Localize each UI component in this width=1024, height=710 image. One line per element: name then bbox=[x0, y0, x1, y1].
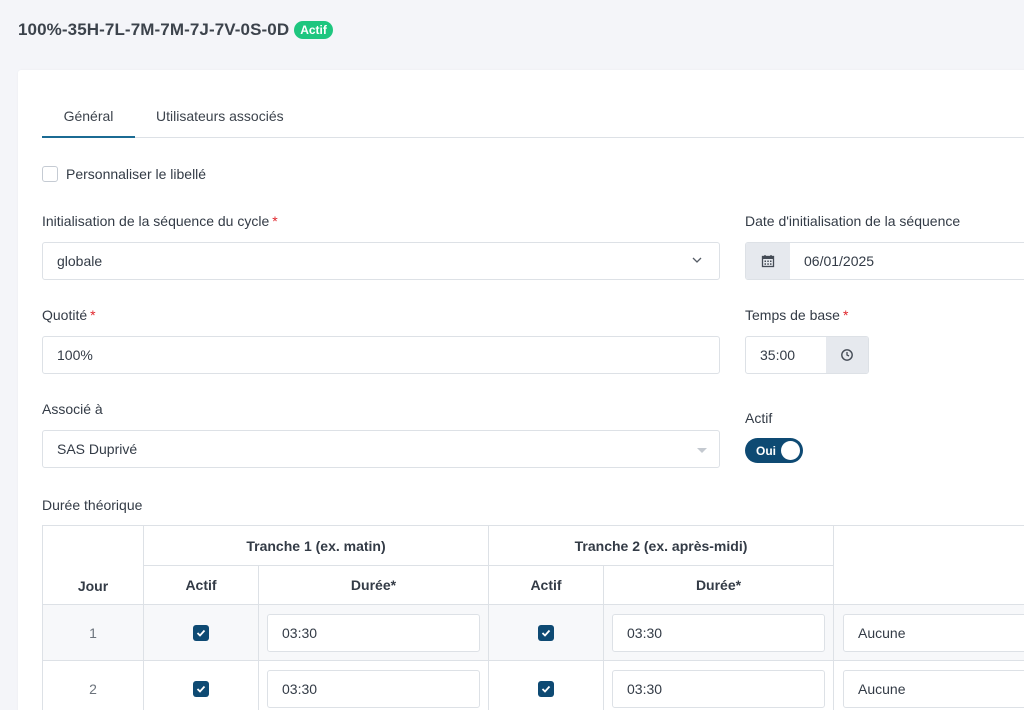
cycle-init-select[interactable]: globale bbox=[42, 242, 720, 280]
t2-active-checkbox[interactable] bbox=[538, 625, 554, 642]
custom-label-row[interactable]: Personnaliser le libellé bbox=[42, 166, 206, 182]
active-toggle-text: Oui bbox=[756, 443, 776, 458]
day-number: 1 bbox=[42, 604, 144, 661]
cycle-init-value: globale bbox=[57, 253, 103, 269]
main-card: Général Utilisateurs associés Personnali… bbox=[18, 70, 1024, 710]
calendar-icon[interactable] bbox=[746, 243, 790, 279]
caret-down-icon bbox=[697, 448, 707, 453]
t1-active-cell bbox=[143, 604, 259, 661]
t1-active-checkbox[interactable] bbox=[193, 625, 209, 642]
tab-bar: Général Utilisateurs associés bbox=[42, 94, 1024, 138]
init-date-input[interactable]: 06/01/2025 bbox=[745, 242, 1024, 280]
toggle-knob bbox=[781, 441, 800, 460]
checkmark-icon bbox=[196, 630, 206, 637]
quotite-input[interactable]: 100% bbox=[42, 336, 720, 374]
page-title: 100%-35H-7L-7M-7M-7J-7V-0S-0D bbox=[18, 20, 290, 39]
custom-label-checkbox[interactable] bbox=[42, 166, 58, 182]
init-date-label: Date d'initialisation de la séquence bbox=[745, 213, 961, 229]
option-cell: Aucune bbox=[833, 604, 1024, 661]
col-header-tranche1: Tranche 1 (ex. matin) bbox=[143, 525, 489, 566]
t1-duration-cell: 03:30 bbox=[258, 604, 489, 661]
col-header-t1-actif: Actif bbox=[143, 565, 259, 605]
option-select[interactable]: Aucune bbox=[843, 613, 1024, 652]
base-time-input[interactable]: 35:00 bbox=[745, 336, 869, 374]
t2-duration-cell: 03:30 bbox=[602, 660, 835, 710]
checkmark-icon bbox=[541, 686, 551, 693]
checkmark-icon bbox=[196, 686, 206, 693]
page-header: 100%-35H-7L-7M-7M-7J-7V-0S-0D Actif bbox=[18, 20, 333, 40]
option-select[interactable]: Aucune bbox=[843, 669, 1024, 708]
base-time-label: Temps de base * bbox=[745, 307, 848, 323]
cycle-init-label-text: Initialisation de la séquence du cycle bbox=[42, 213, 270, 229]
duree-table: Jour Tranche 1 (ex. matin) Tranche 2 (ex… bbox=[42, 525, 1024, 710]
table-row: 1 03:30 03:30 Aucune bbox=[42, 604, 1024, 661]
required-asterisk: * bbox=[90, 307, 96, 323]
t2-duration-cell: 03:30 bbox=[602, 604, 835, 661]
status-badge: Actif bbox=[294, 21, 333, 39]
t2-active-cell bbox=[488, 604, 604, 661]
cycle-init-label: Initialisation de la séquence du cycle * bbox=[42, 213, 278, 229]
active-toggle[interactable]: Oui bbox=[745, 438, 803, 463]
t1-duration-cell: 03:30 bbox=[258, 660, 489, 710]
col-header-extra bbox=[833, 525, 1024, 605]
clock-icon[interactable] bbox=[826, 337, 868, 373]
duree-label: Durée théorique bbox=[42, 497, 143, 513]
base-time-value[interactable]: 35:00 bbox=[746, 337, 826, 373]
init-date-value[interactable]: 06/01/2025 bbox=[790, 243, 1024, 279]
t1-active-checkbox[interactable] bbox=[193, 681, 209, 698]
quotite-label-text: Quotité bbox=[42, 307, 88, 323]
custom-label-text: Personnaliser le libellé bbox=[66, 166, 207, 182]
t2-duration-input[interactable]: 03:30 bbox=[612, 669, 825, 708]
t1-duration-input[interactable]: 03:30 bbox=[267, 613, 480, 652]
required-asterisk: * bbox=[842, 307, 849, 323]
t2-active-cell bbox=[488, 660, 604, 710]
associated-value: SAS Duprivé bbox=[57, 441, 138, 457]
t2-duration-input[interactable]: 03:30 bbox=[612, 613, 825, 652]
table-row: 2 03:30 03:30 Aucune bbox=[42, 660, 1024, 710]
tab-associated-users[interactable]: Utilisateurs associés bbox=[156, 94, 284, 138]
checkmark-icon bbox=[541, 630, 551, 637]
t2-active-checkbox[interactable] bbox=[538, 681, 554, 698]
required-asterisk: * bbox=[272, 213, 278, 229]
t1-active-cell bbox=[143, 660, 259, 710]
chevron-down-icon bbox=[692, 257, 702, 263]
option-cell: Aucune bbox=[833, 660, 1024, 710]
active-label: Actif bbox=[745, 410, 773, 426]
associated-select[interactable]: SAS Duprivé bbox=[42, 430, 720, 468]
associated-label: Associé à bbox=[42, 401, 103, 417]
quotite-label: Quotité * bbox=[42, 307, 96, 323]
day-number: 2 bbox=[42, 660, 144, 710]
tab-general[interactable]: Général bbox=[42, 94, 135, 138]
col-header-t2-duree: Durée* bbox=[602, 565, 835, 605]
t1-duration-input[interactable]: 03:30 bbox=[267, 669, 480, 708]
base-time-label-text: Temps de base bbox=[745, 307, 840, 323]
col-header-tranche2: Tranche 2 (ex. après-midi) bbox=[487, 525, 835, 566]
col-header-jour: Jour bbox=[42, 525, 144, 605]
col-header-t1-duree: Durée* bbox=[258, 565, 489, 605]
col-header-t2-actif: Actif bbox=[488, 565, 604, 605]
